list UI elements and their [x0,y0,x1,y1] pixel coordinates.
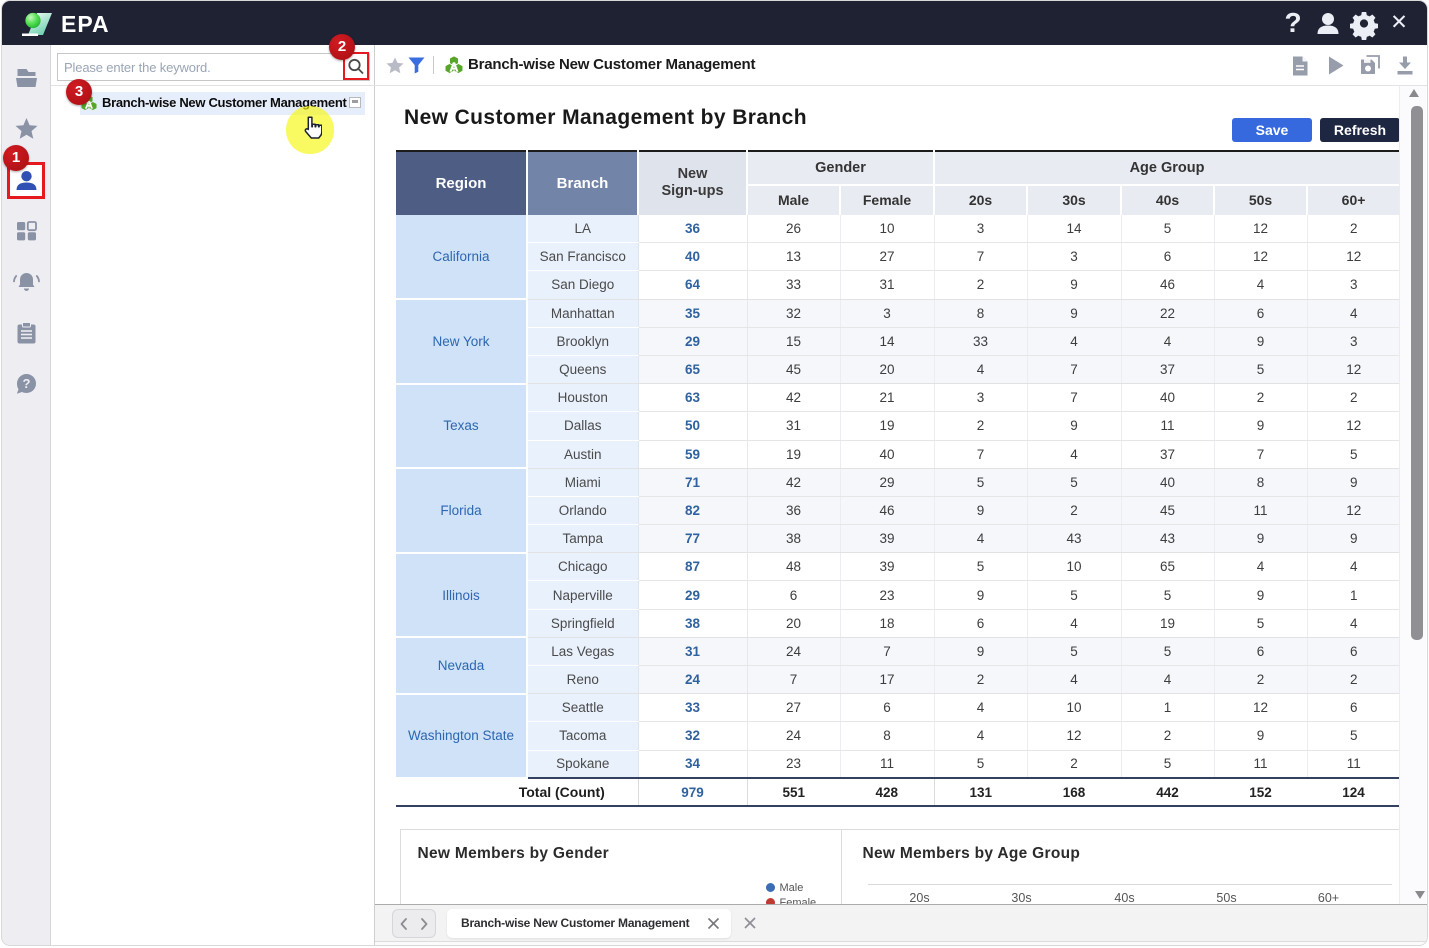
svg-text:?: ? [1284,7,1301,38]
svg-text:?: ? [23,376,31,391]
svg-text:A: A [449,60,458,74]
